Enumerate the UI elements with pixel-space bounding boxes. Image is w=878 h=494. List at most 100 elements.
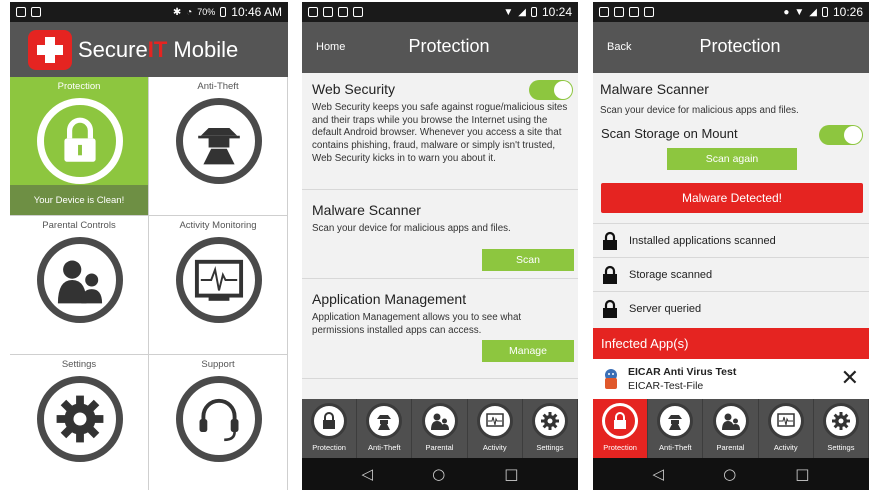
facebook-icon (614, 7, 624, 17)
tab-activity[interactable]: Activity (468, 399, 523, 458)
tab-label: Protection (603, 443, 637, 452)
malware-scanner-section: Malware Scanner Scan your device for mal… (302, 190, 578, 279)
lock-icon (311, 403, 348, 439)
section-description: Application Management allows you to see… (312, 312, 522, 336)
malware-result-screen: ● ▼ ◢ 10:26 Back Protection Malware Scan… (593, 2, 869, 490)
lock-icon (603, 231, 617, 250)
signal-icon: ◢ (809, 6, 817, 18)
tab-parental[interactable]: Parental (412, 399, 468, 458)
spy-icon (657, 403, 694, 439)
facebook-icon (629, 7, 639, 17)
infected-app-name: EICAR Anti Virus Test (628, 366, 737, 378)
battery-icon (530, 7, 537, 17)
lock-icon (37, 98, 123, 184)
tab-parental[interactable]: Parental (703, 399, 759, 458)
facebook-icon (338, 7, 348, 17)
check-label: Installed applications scanned (629, 234, 776, 247)
screenshot-collage: ✱ ◔ 70% 10:46 AM SecureIT Mobile Protect… (0, 0, 878, 494)
tab-settings[interactable]: Settings (523, 399, 578, 458)
tile-label: Parental Controls (42, 220, 116, 231)
facebook-icon (599, 7, 609, 17)
tile-protection[interactable]: Protection Your Device is Clean! (10, 77, 149, 216)
tile-anti-theft[interactable]: Anti-Theft (149, 77, 288, 216)
infected-app-text: EICAR Anti Virus Test EICAR-Test-File (628, 366, 736, 392)
status-time: 10:24 (541, 5, 572, 19)
check-row-installed-apps: Installed applications scanned (593, 223, 869, 257)
back-nav-icon[interactable]: ◁ (653, 465, 665, 483)
tab-label: Anti-Theft (659, 443, 692, 452)
back-nav-icon[interactable]: ◁ (362, 465, 374, 483)
family-icon (712, 403, 749, 439)
family-icon (37, 237, 123, 323)
brand-name-post: Mobile (167, 36, 239, 62)
tile-activity-monitoring[interactable]: Activity Monitoring (149, 216, 288, 355)
tab-label: Protection (312, 443, 346, 452)
web-security-section: Web Security Web Security keeps you safe… (302, 73, 578, 190)
tile-label: Settings (61, 359, 97, 370)
family-icon (421, 403, 458, 439)
lock-icon (603, 265, 617, 284)
tile-settings[interactable]: Settings (10, 355, 149, 490)
tile-label: Activity Monitoring (179, 220, 257, 231)
web-security-toggle[interactable] (529, 80, 573, 100)
status-time: 10:46 AM (231, 5, 282, 19)
notification-icon (16, 7, 26, 17)
brand-name-it: IT (147, 36, 168, 62)
battery-icon (220, 7, 227, 17)
tab-label: Parental (716, 443, 745, 452)
home-nav-icon[interactable]: ○ (723, 465, 736, 483)
manage-button[interactable]: Manage (482, 340, 574, 362)
section-title: Application Management (312, 291, 467, 307)
tile-label: Protection (57, 81, 101, 92)
protection-content: Web Security Web Security keeps you safe… (302, 73, 578, 379)
section-title: Malware Scanner (312, 202, 421, 218)
gear-icon (822, 403, 859, 439)
scan-on-mount-label: Scan Storage on Mount (601, 126, 738, 141)
malware-detected-banner: Malware Detected! (601, 183, 863, 213)
section-description: Web Security keeps you safe against rogu… (312, 102, 568, 164)
scan-again-button[interactable]: Scan again (667, 148, 797, 170)
tile-support[interactable]: Support (149, 355, 288, 490)
tile-parental-controls[interactable]: Parental Controls (10, 216, 149, 355)
bottom-tab-bar: Protection Anti-Theft Parental Activity … (593, 399, 869, 458)
check-row-server: Server queried (593, 291, 869, 325)
tab-label: Anti-Theft (368, 443, 401, 452)
close-icon[interactable]: ✕ (841, 366, 859, 391)
page-title: Protection (699, 36, 781, 56)
scan-button[interactable]: Scan (482, 249, 574, 271)
lock-icon (603, 299, 617, 318)
infected-app-file: EICAR-Test-File (628, 380, 704, 392)
check-label: Storage scanned (629, 268, 713, 281)
infected-app-item[interactable]: EICAR Anti Virus Test EICAR-Test-File ✕ (593, 359, 869, 399)
tab-settings[interactable]: Settings (814, 399, 869, 458)
brand-name: SecureIT Mobile (78, 37, 238, 63)
section-title: Malware Scanner (600, 81, 709, 97)
home-nav-icon[interactable]: ○ (432, 465, 445, 483)
wifi-icon: ◔ (186, 6, 193, 18)
tile-label: Support (201, 359, 235, 370)
status-bar: ● ▼ ◢ 10:26 (593, 2, 869, 22)
scan-on-mount-toggle[interactable] (819, 125, 863, 145)
tab-anti-theft[interactable]: Anti-Theft (648, 399, 704, 458)
gear-icon (531, 403, 568, 439)
section-description: Scan your device for malicious apps and … (312, 223, 511, 234)
section-description: Scan your device for malicious apps and … (600, 105, 799, 116)
spy-icon (176, 98, 262, 184)
tab-protection[interactable]: Protection (302, 399, 358, 458)
gallery-icon (31, 7, 41, 17)
tab-protection[interactable]: Protection (593, 399, 649, 458)
wifi-icon: ▼ (794, 6, 805, 18)
tab-anti-theft[interactable]: Anti-Theft (357, 399, 413, 458)
tile-label: Anti-Theft (197, 81, 239, 92)
app-header: SecureIT Mobile (10, 22, 288, 77)
tab-activity[interactable]: Activity (759, 399, 814, 458)
recents-nav-icon[interactable]: □ (504, 465, 518, 483)
status-bar: ▼ ◢ 10:24 (302, 2, 578, 22)
spy-icon (366, 403, 403, 439)
headset-icon (176, 376, 262, 462)
recents-nav-icon[interactable]: □ (795, 465, 809, 483)
status-time: 10:26 (832, 5, 863, 19)
app-bar: Back Protection (593, 22, 869, 73)
facebook-icon (323, 7, 333, 17)
signal-icon: ◢ (518, 6, 526, 18)
